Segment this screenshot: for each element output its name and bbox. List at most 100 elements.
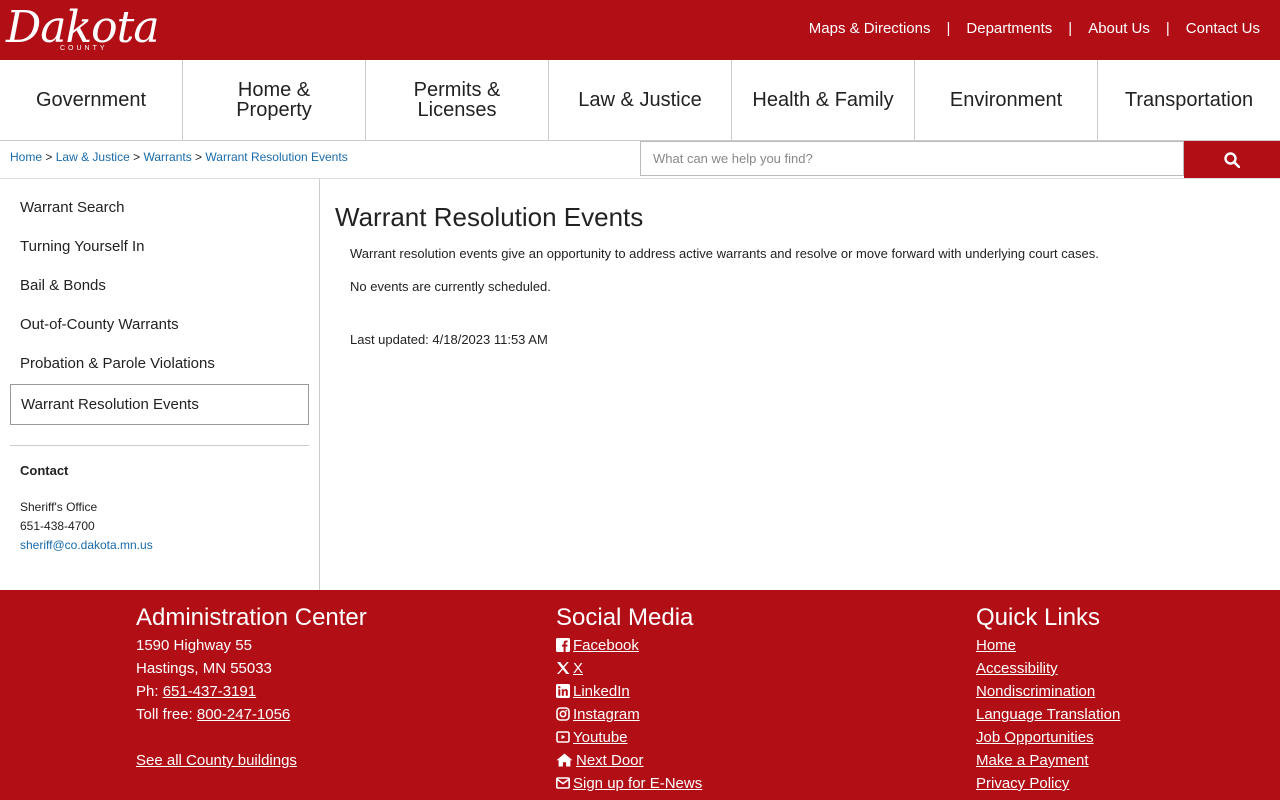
quick-link-make-payment[interactable]: Make a Payment bbox=[976, 752, 1089, 769]
linkedin-icon bbox=[556, 684, 570, 698]
nav-item-transportation[interactable]: Transportation bbox=[1098, 60, 1280, 140]
top-bar: Dakota COUNTY Maps & Directions | Depart… bbox=[0, 0, 1280, 60]
social-label: Youtube bbox=[573, 729, 628, 746]
utility-nav: Maps & Directions | Departments | About … bbox=[809, 20, 1260, 37]
breadcrumb-separator: > bbox=[133, 150, 141, 164]
social-link-youtube[interactable]: Youtube bbox=[556, 726, 702, 749]
social-label: Facebook bbox=[573, 637, 639, 654]
tollfree-label: Toll free: bbox=[136, 706, 197, 723]
admin-tollfree-row: Toll free: 800-247-1056 bbox=[136, 703, 367, 726]
sidebar-item-warrant-resolution-events[interactable]: Warrant Resolution Events bbox=[10, 384, 309, 425]
admin-phone-row: Ph: 651-437-3191 bbox=[136, 680, 367, 703]
quick-link-home[interactable]: Home bbox=[976, 637, 1016, 654]
footer-quick-links: Quick Links Home Accessibility Nondiscri… bbox=[976, 604, 1120, 795]
social-link-instagram[interactable]: Instagram bbox=[556, 703, 702, 726]
nav-label: Licenses bbox=[417, 99, 497, 121]
nav-label: Environment bbox=[949, 89, 1063, 111]
site-search bbox=[640, 141, 1280, 178]
last-updated: Last updated: 4/18/2023 11:53 AM bbox=[350, 332, 548, 347]
nav-label: Health & Family bbox=[752, 89, 894, 111]
social-label: LinkedIn bbox=[573, 683, 630, 700]
nav-item-environment[interactable]: Environment bbox=[915, 60, 1098, 140]
intro-text: Warrant resolution events give an opport… bbox=[350, 246, 1099, 261]
nav-label: Government bbox=[35, 89, 147, 111]
sidebar-item-label: Warrant Resolution Events bbox=[21, 396, 199, 413]
sidebar-item-turning-yourself-in[interactable]: Turning Yourself In bbox=[20, 238, 145, 255]
search-icon bbox=[1224, 151, 1241, 168]
social-label: Sign up for E-News bbox=[573, 775, 703, 792]
nav-label: Permits & bbox=[413, 79, 501, 101]
nav-item-law-justice[interactable]: Law & Justice bbox=[549, 60, 732, 140]
quick-link-job-opportunities[interactable]: Job Opportunities bbox=[976, 729, 1094, 746]
admin-address-line2: Hastings, MN 55033 bbox=[136, 660, 272, 677]
social-link-x[interactable]: X bbox=[556, 657, 702, 680]
sidebar-item-out-of-county[interactable]: Out-of-County Warrants bbox=[20, 316, 179, 333]
utility-link-departments[interactable]: Departments bbox=[966, 20, 1052, 37]
contact-phone: 651-438-4700 bbox=[20, 519, 95, 533]
nav-item-health-family[interactable]: Health & Family bbox=[732, 60, 915, 140]
nav-label: Law & Justice bbox=[578, 89, 702, 111]
footer-social-media: Social Media Facebook X LinkedIn Instagr… bbox=[556, 604, 702, 795]
admin-phone-link[interactable]: 651-437-3191 bbox=[163, 683, 256, 700]
breadcrumb-separator: > bbox=[195, 150, 203, 164]
logo-subtitle: COUNTY bbox=[60, 45, 108, 52]
utility-link-contact[interactable]: Contact Us bbox=[1186, 20, 1260, 37]
search-input[interactable] bbox=[640, 141, 1185, 176]
utility-separator: | bbox=[946, 20, 951, 37]
buildings-row: See all County buildings bbox=[136, 749, 367, 772]
breadcrumb-separator: > bbox=[45, 150, 53, 164]
search-button[interactable] bbox=[1184, 141, 1280, 178]
youtube-icon bbox=[556, 731, 570, 743]
social-label: Next Door bbox=[576, 752, 644, 769]
nav-label: Property bbox=[236, 99, 312, 121]
county-buildings-link[interactable]: See all County buildings bbox=[136, 752, 297, 769]
footer-heading-quick: Quick Links bbox=[976, 604, 1101, 631]
footer-heading-social: Social Media bbox=[556, 604, 694, 631]
utility-link-maps[interactable]: Maps & Directions bbox=[809, 20, 931, 37]
home-icon bbox=[556, 753, 573, 767]
breadcrumb: Home > Law & Justice > Warrants > Warran… bbox=[10, 150, 348, 164]
contact-email-link[interactable]: sheriff@co.dakota.mn.us bbox=[20, 538, 153, 552]
dakota-county-logo[interactable]: Dakota COUNTY bbox=[6, 4, 160, 56]
social-link-nextdoor[interactable]: Next Door bbox=[556, 749, 702, 772]
contact-heading: Contact bbox=[20, 463, 69, 478]
footer-heading-admin: Administration Center bbox=[136, 604, 367, 631]
facebook-icon bbox=[556, 638, 570, 652]
quick-link-accessibility[interactable]: Accessibility bbox=[976, 660, 1058, 677]
nav-label: Transportation bbox=[1124, 89, 1254, 111]
social-link-enews[interactable]: Sign up for E-News bbox=[556, 772, 702, 795]
x-icon bbox=[557, 662, 570, 674]
footer: Administration Center 1590 Highway 55 Ha… bbox=[0, 590, 1280, 800]
nav-item-permits-licenses[interactable]: Permits & Licenses bbox=[366, 60, 549, 140]
sidebar-divider bbox=[10, 445, 309, 446]
sidebar: Warrant Search Turning Yourself In Bail … bbox=[0, 179, 320, 590]
quick-link-language-translation[interactable]: Language Translation bbox=[976, 706, 1120, 723]
quick-link-nondiscrimination[interactable]: Nondiscrimination bbox=[976, 683, 1095, 700]
phone-label: Ph: bbox=[136, 683, 163, 700]
main-nav: Government Home & Property Permits & Licen… bbox=[0, 60, 1280, 141]
contact-name: Sheriff's Office bbox=[20, 500, 98, 514]
envelope-icon bbox=[556, 777, 570, 789]
nav-item-home-property[interactable]: Home & Property bbox=[183, 60, 366, 140]
no-events-text: No events are currently scheduled. bbox=[350, 279, 551, 294]
social-label: X bbox=[573, 660, 584, 677]
social-link-linkedin[interactable]: LinkedIn bbox=[556, 680, 702, 703]
sidebar-item-bail-bonds[interactable]: Bail & Bonds bbox=[20, 277, 106, 294]
nav-label: Home & bbox=[237, 79, 311, 101]
breadcrumb-home[interactable]: Home bbox=[10, 150, 42, 164]
breadcrumb-current[interactable]: Warrant Resolution Events bbox=[205, 150, 347, 164]
sidebar-item-probation-parole[interactable]: Probation & Parole Violations bbox=[20, 355, 215, 372]
sidebar-item-warrant-search[interactable]: Warrant Search bbox=[20, 199, 124, 216]
admin-address-line1: 1590 Highway 55 bbox=[136, 637, 252, 654]
breadcrumb-warrants[interactable]: Warrants bbox=[143, 150, 191, 164]
utility-separator: | bbox=[1165, 20, 1170, 37]
quick-link-privacy-policy[interactable]: Privacy Policy bbox=[976, 775, 1069, 792]
admin-tollfree-link[interactable]: 800-247-1056 bbox=[197, 706, 290, 723]
utility-link-about[interactable]: About Us bbox=[1088, 20, 1150, 37]
breadcrumb-law-justice[interactable]: Law & Justice bbox=[56, 150, 130, 164]
nav-item-government[interactable]: Government bbox=[0, 60, 183, 140]
social-label: Instagram bbox=[573, 706, 640, 723]
footer-admin-center: Administration Center 1590 Highway 55 Ha… bbox=[136, 604, 367, 772]
utility-separator: | bbox=[1068, 20, 1073, 37]
social-link-facebook[interactable]: Facebook bbox=[556, 634, 702, 657]
